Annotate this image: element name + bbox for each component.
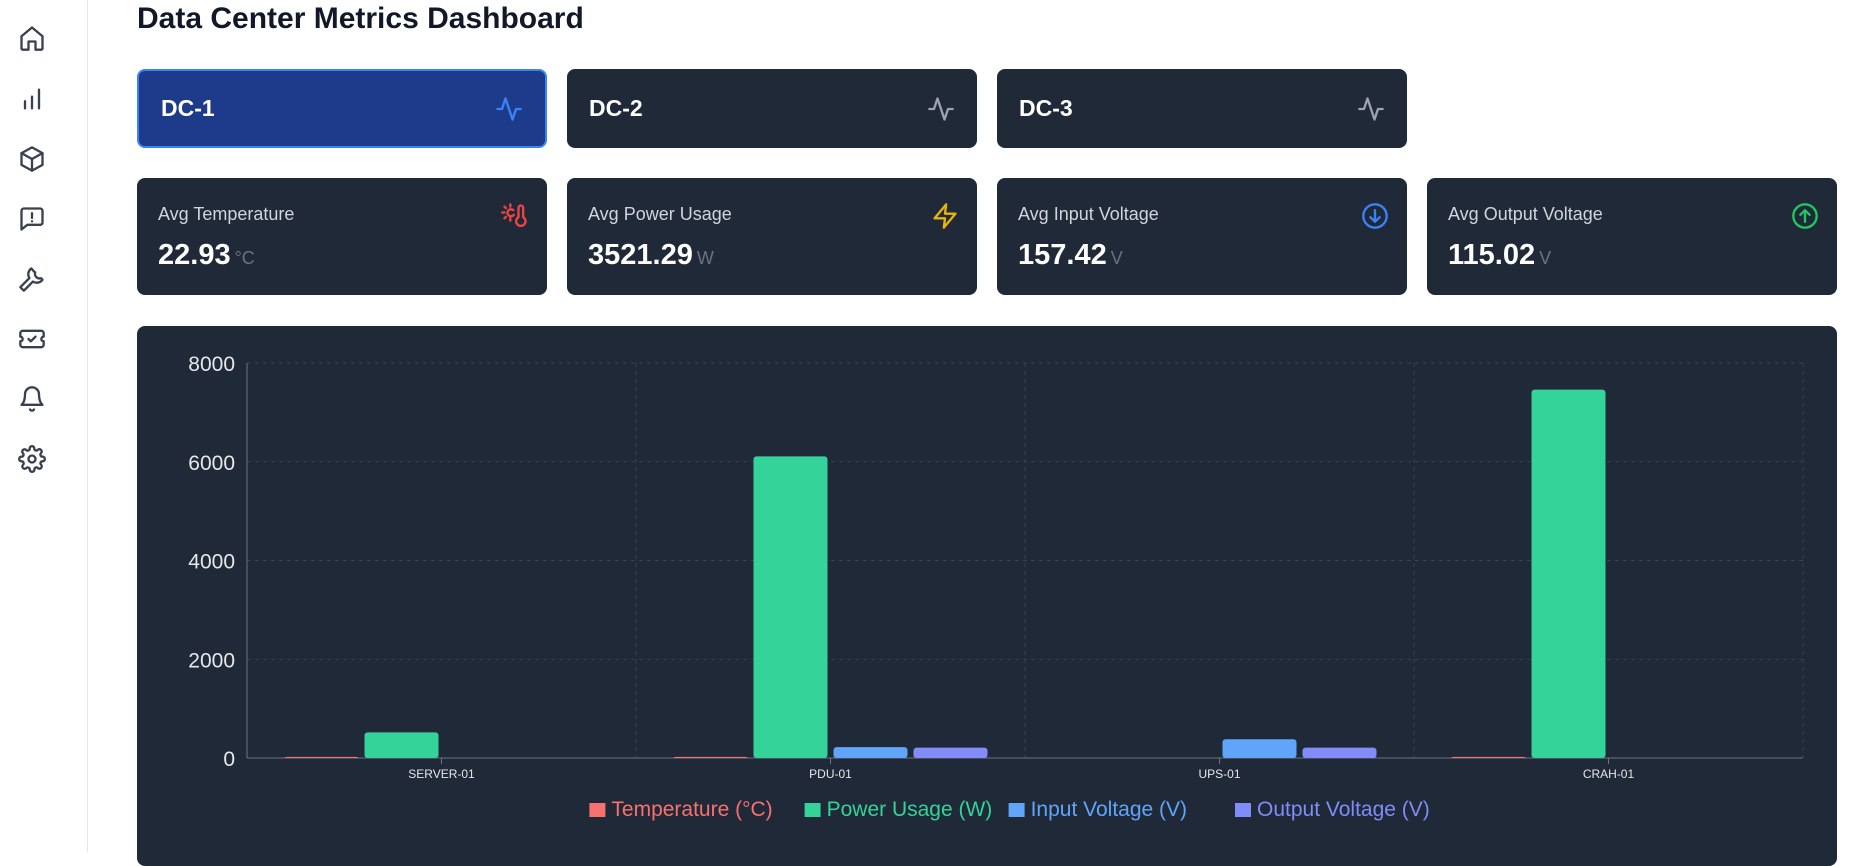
legend-label: Output Voltage (V) [1257,798,1430,821]
y-tick-label: 4000 [188,551,235,574]
bar [1531,389,1606,758]
dc-3-button[interactable]: DC-3 [997,69,1407,148]
dc-2-label: DC-2 [589,95,643,121]
dc-2-button[interactable]: DC-2 [567,69,977,148]
dc-3-label: DC-3 [1019,95,1073,121]
lightning-icon [931,202,959,230]
wrench-icon[interactable] [14,261,50,297]
legend-swatch [1008,803,1025,817]
x-tick-label: CRAH-01 [1583,767,1635,781]
arrow-down-circle-icon [1361,202,1389,230]
thermometer-sun-icon [501,202,529,230]
stat-value: 3521.29 W [588,239,714,271]
activity-icon [928,96,954,121]
sidebar [0,0,88,852]
activity-icon [1358,96,1384,121]
stat-label: Avg Input Voltage [1018,204,1159,224]
page-title: Data Center Metrics Dashboard [137,2,584,35]
legend-label: Input Voltage (V) [1031,798,1187,821]
bar [1222,739,1297,758]
gear-icon[interactable] [14,441,50,477]
legend-label: Power Usage (W) [827,798,993,821]
home-icon[interactable] [14,20,50,56]
legend-swatch [1235,803,1251,817]
stat-card-input-voltage: Avg Input Voltage 157.42 V [997,178,1407,295]
stat-label: Avg Power Usage [588,204,732,224]
x-tick-label: SERVER-01 [408,767,475,781]
legend-label: Temperature (°C) [611,798,772,821]
arrow-up-circle-icon [1791,202,1819,230]
stat-card-temperature: Avg Temperature 22.93 °C [137,178,547,295]
bar [284,756,359,758]
bar-chart: 0 2000 4000 6000 8000 SERVER-01 PDU-01 UPS-01 CR… [188,353,1804,821]
stat-value: 157.42 V [1018,239,1123,271]
legend-swatch [804,803,821,817]
stat-value: 115.02 V [1448,239,1552,271]
y-tick-label: 2000 [188,649,235,672]
stat-label: Avg Output Voltage [1448,204,1603,224]
metrics-chart: 0 2000 4000 6000 8000 SERVER-01 PDU-01 UPS-01 CR… [137,326,1837,866]
stat-card-output-voltage: Avg Output Voltage 115.02 V [1427,178,1837,295]
y-tick-label: 0 [223,748,235,771]
dc-1-button[interactable]: DC-1 [137,69,547,148]
legend-swatch [589,803,606,817]
bar [1451,756,1526,758]
y-tick-label: 6000 [188,452,235,475]
y-tick-label: 8000 [188,353,235,376]
bar [1302,747,1377,758]
bar-chart-icon[interactable] [14,81,50,117]
x-tick-label: PDU-01 [809,767,852,781]
ticket-icon[interactable] [14,321,50,357]
activity-icon [496,96,522,121]
cube-icon[interactable] [14,141,50,177]
stat-label: Avg Temperature [158,204,295,224]
bar [753,456,828,758]
stat-value: 22.93 °C [158,239,255,271]
x-tick-label: UPS-01 [1198,767,1240,781]
bell-icon[interactable] [14,381,50,417]
dc-1-label: DC-1 [161,95,215,121]
message-alert-icon[interactable] [14,201,50,237]
bar [364,732,439,758]
bar [913,747,988,758]
bar [833,747,908,758]
bar [673,756,748,758]
stat-card-power: Avg Power Usage 3521.29 W [567,178,977,295]
